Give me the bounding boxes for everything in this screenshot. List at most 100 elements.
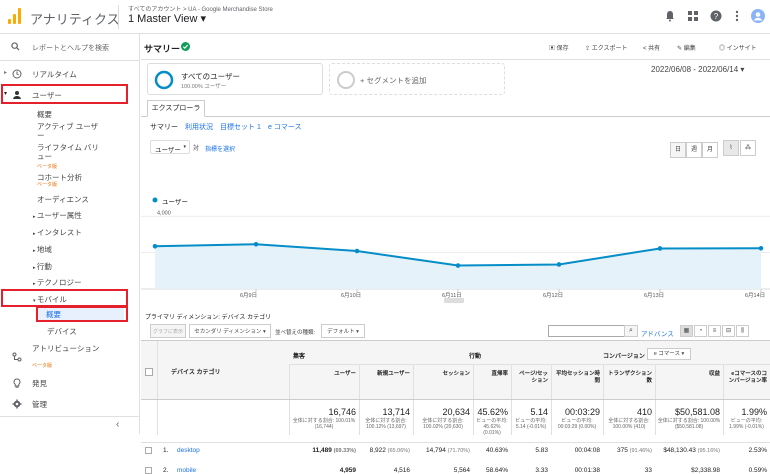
segment-all-users[interactable]: すべてのユーザー 100.00% ユーザー bbox=[147, 63, 323, 95]
sidebar-item-lifetime-value[interactable]: ライフタイム バリュー bbox=[37, 143, 102, 161]
date-range-picker[interactable]: 2022/06/08 - 2022/06/14 ▾ bbox=[651, 65, 744, 74]
save-button[interactable]: ▣ 保存 bbox=[549, 43, 569, 52]
tab-summary[interactable]: サマリー bbox=[150, 122, 178, 132]
time-week-button[interactable]: 週 bbox=[686, 142, 702, 158]
column-header[interactable]: セッション bbox=[416, 371, 470, 378]
share-button[interactable]: < 共有 bbox=[643, 43, 660, 52]
column-header[interactable]: 新規ユーザー bbox=[362, 371, 410, 378]
y-tick-label: 4,000 bbox=[157, 210, 171, 216]
group-header-behavior: 行動 bbox=[469, 354, 482, 360]
export-button[interactable]: ⇪ エクスポート bbox=[585, 43, 628, 52]
advanced-filter-link[interactable]: アドバンス bbox=[641, 328, 674, 338]
pie-view-icon[interactable]: ◔ bbox=[694, 325, 707, 337]
insights-button[interactable]: ◎ インサイト bbox=[719, 43, 757, 52]
divider bbox=[141, 116, 770, 117]
tab-explorer[interactable]: エクスプローラ bbox=[147, 100, 205, 117]
column-header[interactable]: トランザクション数 bbox=[606, 371, 652, 385]
pivot-view-icon[interactable]: ⫼ bbox=[736, 325, 749, 337]
view-selector[interactable]: 1 Master View ▾ bbox=[128, 12, 206, 25]
table-cell: 40.63% bbox=[485, 447, 508, 454]
avatar[interactable] bbox=[751, 9, 765, 23]
line-chart-toggle-icon[interactable]: ⌇ bbox=[723, 140, 739, 156]
column-header[interactable]: 平均セッション時間 bbox=[554, 371, 600, 385]
sidebar-item-devices[interactable]: デバイス bbox=[47, 326, 77, 337]
sidebar-item-attribution[interactable]: アトリビューション ベータ版 bbox=[0, 344, 140, 369]
analytics-logo-icon[interactable] bbox=[8, 8, 22, 24]
motion-chart-toggle-icon[interactable]: ⁂ bbox=[740, 140, 756, 156]
tab-ecommerce[interactable]: e コマース bbox=[268, 122, 302, 132]
sidebar-item-geo[interactable]: ▸ 地域 bbox=[33, 244, 52, 255]
x-tick-label: 6月14日 bbox=[745, 292, 765, 299]
metric-select[interactable]: ユーザー ▾ bbox=[150, 140, 190, 154]
divider bbox=[141, 399, 770, 400]
select-metric-link[interactable]: 指標を選択 bbox=[205, 144, 235, 153]
x-tick-label: 6月12日 bbox=[543, 292, 563, 299]
row-dimension-link[interactable]: desktop bbox=[177, 447, 200, 454]
total-value: 20,634 bbox=[442, 407, 470, 417]
total-value: 13,714 bbox=[382, 407, 410, 417]
edit-button[interactable]: ✎ 編集 bbox=[677, 43, 696, 52]
column-header-device-category[interactable]: デバイス カテゴリ bbox=[171, 367, 221, 376]
sidebar-item-technology[interactable]: ▸ テクノロジー bbox=[33, 277, 81, 288]
more-vert-icon[interactable] bbox=[731, 10, 743, 22]
attribution-icon bbox=[12, 352, 22, 362]
sort-type-label: 並べ替えの種類: bbox=[275, 330, 316, 336]
column-header[interactable]: 直帰率 bbox=[476, 371, 508, 378]
sort-type-select[interactable]: デフォルト ▾ bbox=[321, 324, 365, 338]
legend-label: ユーザー bbox=[162, 199, 188, 206]
table-cell: 8,922 (65.06%) bbox=[369, 447, 410, 454]
column-header[interactable]: ユーザー bbox=[292, 371, 356, 378]
main-content: サマリー ▣ 保存 ⇪ エクスポート < 共有 ✎ 編集 ◎ インサイト すべて… bbox=[141, 34, 770, 474]
add-segment-button[interactable]: + セグメントを追加 bbox=[329, 63, 505, 95]
sidebar-item-overview[interactable]: 概要 bbox=[37, 109, 52, 120]
help-icon[interactable]: ? bbox=[710, 10, 722, 22]
search-icon[interactable]: ⌕ bbox=[624, 325, 638, 337]
secondary-dimension-select[interactable]: セカンダリ ディメンション ▾ bbox=[189, 324, 271, 338]
divider bbox=[141, 442, 770, 443]
sidebar-item-audiences[interactable]: オーディエンス bbox=[37, 194, 89, 205]
sidebar-item-admin[interactable]: 管理 bbox=[0, 399, 140, 411]
select-all-checkbox[interactable] bbox=[145, 368, 153, 376]
total-value: 5.14 bbox=[530, 407, 548, 417]
sidebar-item-interests[interactable]: ▸ インタレスト bbox=[33, 227, 82, 238]
plot-rows-button[interactable]: グラフに表示 bbox=[150, 324, 186, 338]
sidebar-item-realtime[interactable]: ▸ リアルタイム bbox=[0, 69, 140, 81]
data-point bbox=[657, 246, 663, 251]
divider bbox=[0, 60, 140, 61]
row-number: 1. bbox=[163, 447, 169, 454]
sidebar-item-behavior[interactable]: ▸ 行動 bbox=[33, 261, 52, 272]
column-header[interactable]: eコマースのコンバージョン率 bbox=[726, 371, 767, 385]
table-cell: 0.59% bbox=[748, 467, 767, 474]
conversion-type-select[interactable]: e コマース ▾ bbox=[647, 348, 691, 360]
time-month-button[interactable]: 月 bbox=[702, 142, 718, 158]
sidebar-item-user-attributes[interactable]: ▸ ユーザー属性 bbox=[33, 210, 82, 221]
performance-view-icon[interactable]: ≡ bbox=[708, 325, 721, 337]
comparison-view-icon[interactable]: ⊟ bbox=[722, 325, 735, 337]
tab-goal-set[interactable]: 目標セット 1 bbox=[220, 122, 261, 132]
data-point bbox=[152, 243, 158, 249]
tab-usage[interactable]: 利用状況 bbox=[185, 122, 213, 132]
sidebar-item-active-users[interactable]: アクティブ ユーザー bbox=[37, 122, 102, 140]
x-tick-label: 6月9日 bbox=[240, 292, 257, 299]
table-cell: 00:04:08 bbox=[574, 447, 600, 454]
apps-grid-icon[interactable] bbox=[687, 10, 699, 22]
add-segment-label: + セグメントを追加 bbox=[360, 76, 427, 85]
table-view-icon[interactable]: ▦ bbox=[680, 325, 693, 337]
total-value: $50,581.08 bbox=[674, 407, 720, 417]
collapse-sidebar-button[interactable]: ‹ bbox=[116, 419, 119, 430]
row-checkbox[interactable] bbox=[145, 467, 152, 474]
table-cell: 5,564 bbox=[453, 467, 470, 474]
row-checkbox[interactable] bbox=[145, 447, 152, 454]
divider bbox=[118, 5, 119, 29]
time-day-button[interactable]: 日 bbox=[670, 142, 686, 158]
clock-icon bbox=[12, 69, 22, 79]
sidebar-item-discover[interactable]: 発見 bbox=[0, 378, 140, 390]
data-point bbox=[354, 248, 360, 254]
total-subtext: 全体に対する割合: 100.00% ($50,581.08) bbox=[657, 418, 721, 430]
versus-label: 対 bbox=[193, 146, 200, 152]
bell-icon[interactable] bbox=[664, 10, 676, 22]
column-header[interactable]: 収益 bbox=[658, 371, 720, 378]
column-header[interactable]: ページ/セッション bbox=[514, 371, 548, 385]
row-dimension-link[interactable]: mobile bbox=[177, 467, 196, 474]
sidebar-search-input[interactable]: レポートとヘルプを検索 bbox=[32, 43, 109, 53]
